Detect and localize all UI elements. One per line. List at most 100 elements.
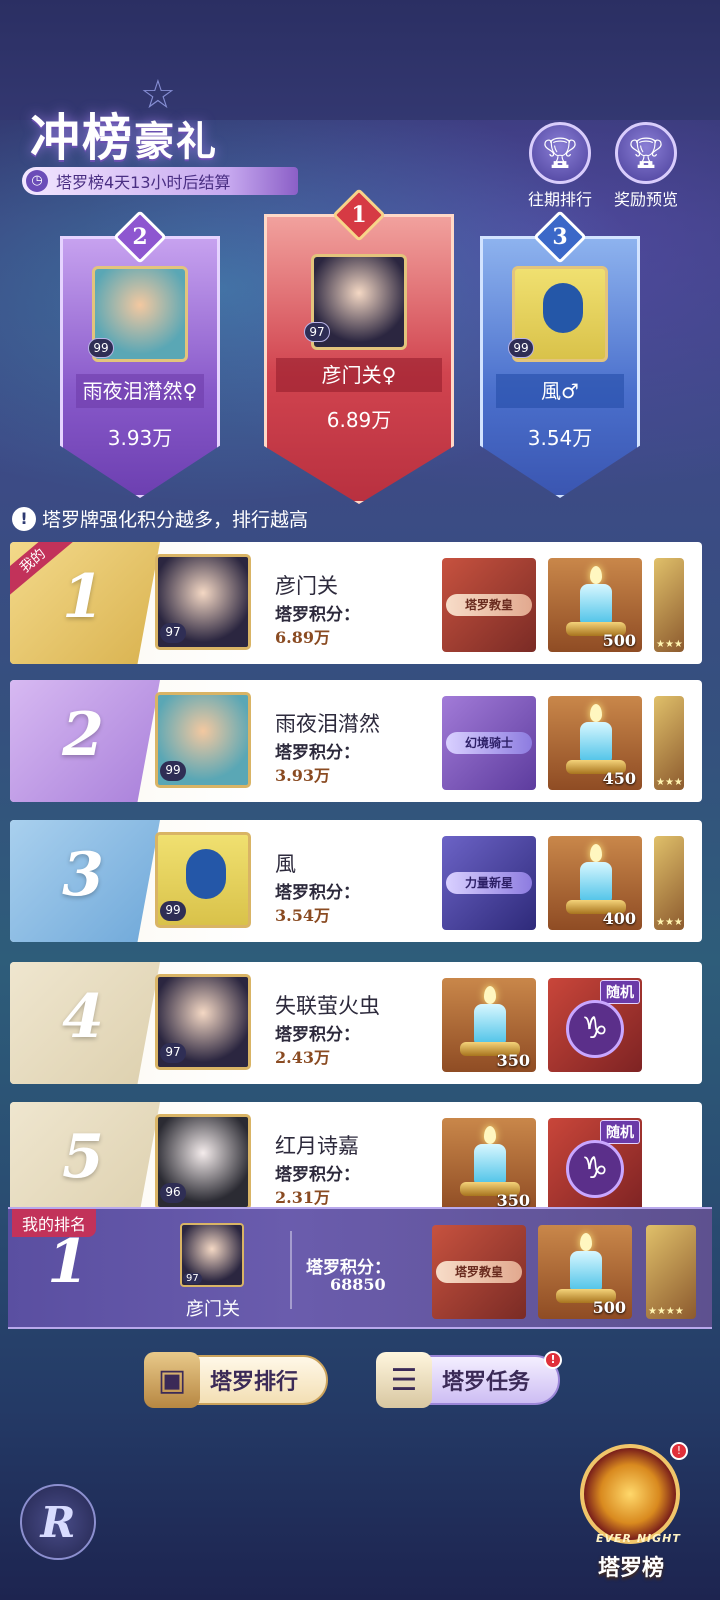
player-score: 2.43万 — [275, 1048, 330, 1067]
candle-icon — [570, 1251, 602, 1291]
score-label: 塔罗积分： — [275, 743, 360, 763]
rank-row[interactable]: 2 99 雨夜泪潸然 塔罗积分： 3.93万 幻境骑士 450 ★★★ — [10, 680, 702, 802]
my-avatar: 97 — [180, 1223, 244, 1287]
player-score: 3.93万 — [107, 426, 173, 450]
random-tag: 随机 — [600, 1120, 640, 1144]
rank-number: 2 — [62, 700, 104, 770]
podium-rank-2[interactable]: 2 99 雨夜泪潸然♀ 3.93万 — [60, 210, 220, 498]
chest-icon: ▣ — [144, 1352, 200, 1408]
flame-icon — [580, 1233, 592, 1251]
candle-reward[interactable]: 500 — [548, 558, 642, 652]
divider — [290, 1231, 292, 1309]
ranking-hint: ! 塔罗牌强化积分越多，排行越高 — [12, 505, 308, 532]
tarot-rank-button[interactable]: ▣ 塔罗排行 — [144, 1352, 328, 1408]
flame-icon — [590, 704, 602, 722]
tarot-board-label: 塔罗榜 — [597, 1556, 664, 1581]
candle-icon — [474, 1144, 506, 1184]
trophy-icon: 🏆︎ — [615, 122, 677, 184]
player-name: 風♂ — [496, 374, 624, 408]
level-badge: 99 — [88, 338, 114, 358]
my-score: 68850 — [330, 1275, 386, 1294]
flame-icon — [484, 986, 496, 1004]
history-ranking-button[interactable]: 🏆︎ 往期排行 — [524, 122, 596, 210]
card-reward-partial[interactable]: ★★★ — [654, 558, 684, 652]
card-reward-partial[interactable]: ★★★ — [654, 696, 684, 790]
candle-reward[interactable]: 350 — [442, 978, 536, 1072]
reward-quantity: 500 — [602, 631, 636, 650]
level-badge: 99 — [160, 761, 186, 781]
candle-reward[interactable]: 450 — [548, 696, 642, 790]
card-reward-partial[interactable]: ★★★ — [654, 836, 684, 930]
candle-reward[interactable]: 400 — [548, 836, 642, 930]
tarot-board-button[interactable]: EVER NIGHT 塔罗榜 ! — [566, 1440, 696, 1590]
level-badge: 97 — [183, 1273, 202, 1284]
score-label: 塔罗积分： — [275, 1165, 360, 1185]
rank-number: 4 — [62, 982, 104, 1052]
player-avatar: 97 — [155, 974, 251, 1070]
random-card-reward[interactable]: 随机 ♑︎ — [548, 1118, 642, 1212]
star-icon: ★★★ — [656, 917, 683, 928]
tarot-board-subtitle: EVER NIGHT — [596, 1532, 681, 1545]
player-avatar: 96 — [155, 1114, 251, 1210]
level-badge: 99 — [508, 338, 534, 358]
my-name: 彦门关 — [186, 1299, 240, 1320]
rank-row[interactable]: 我的 1 97 彦门关 塔罗积分： 6.89万 塔罗教皇 500 ★★★ — [10, 542, 702, 664]
title-reward-card[interactable]: 塔罗教皇 — [432, 1225, 526, 1319]
reward-quantity: 500 — [592, 1298, 626, 1317]
candle-reward[interactable]: 500 — [538, 1225, 632, 1319]
title-reward-name: 力量新星 — [446, 872, 532, 894]
random-card-reward[interactable]: 随机 ♑︎ — [548, 978, 642, 1072]
player-score: 3.54万 — [527, 426, 593, 450]
title-reward-name: 塔罗教皇 — [446, 594, 532, 616]
candle-icon — [474, 1004, 506, 1044]
tarot-task-label: 塔罗任务 — [442, 1370, 531, 1395]
game-logo-icon[interactable]: R — [20, 1484, 96, 1560]
hint-text: 塔罗牌强化积分越多，排行越高 — [42, 509, 309, 531]
rank-row[interactable]: 3 99 風 塔罗积分： 3.54万 力量新星 400 ★★★ — [10, 820, 702, 942]
rank-number: 5 — [62, 1122, 104, 1192]
card-reward-partial[interactable]: ★★★★ — [646, 1225, 696, 1319]
title-reward-card[interactable]: 塔罗教皇 — [442, 558, 536, 652]
trophy-icon: 🏆︎ — [529, 122, 591, 184]
star-icon: ★★★ — [656, 639, 683, 650]
level-badge: 97 — [160, 1043, 186, 1063]
random-tag: 随机 — [600, 980, 640, 1004]
star-icon: ★★★★ — [648, 1306, 684, 1317]
tarot-task-button[interactable]: ☰ 塔罗任务 ! — [376, 1351, 562, 1408]
podium-rank-3[interactable]: 3 99 風♂ 3.54万 — [480, 210, 640, 498]
reward-quantity: 350 — [496, 1051, 530, 1070]
countdown-text: 塔罗榜4天13小时后结算 — [56, 173, 231, 192]
title-part2: 豪礼 — [134, 118, 218, 165]
reward-preview-label: 奖励预览 — [613, 190, 678, 209]
title-part1: 冲榜 — [30, 108, 134, 167]
player-name: 風 — [275, 852, 296, 876]
player-name: 彦门关♀ — [276, 358, 442, 392]
star-icon: ★★★ — [656, 777, 683, 788]
score-label: 塔罗积分： — [275, 605, 360, 625]
player-name: 彦门关 — [275, 574, 338, 598]
rank-row[interactable]: 4 97 失联萤火虫 塔罗积分： 2.43万 350 随机 ♑︎ — [10, 962, 702, 1084]
rank-row[interactable]: 5 96 红月诗嘉 塔罗积分： 2.31万 350 随机 ♑︎ — [10, 1102, 702, 1212]
rank-number: 3 — [62, 840, 104, 910]
history-ranking-label: 往期排行 — [527, 190, 592, 209]
scroll-icon: ☰ — [376, 1352, 432, 1408]
star-icon: ☆ — [140, 72, 176, 118]
player-score: 3.54万 — [275, 906, 330, 925]
my-rank-bar[interactable]: 我的排名 1 97 彦门关 塔罗积分： 68850 塔罗教皇 500 ★★★★ — [8, 1207, 712, 1329]
reward-preview-button[interactable]: 🏆︎ 奖励预览 — [610, 122, 682, 210]
title-reward-card[interactable]: 幻境骑士 — [442, 696, 536, 790]
podium-rank-1[interactable]: 1 97 彦门关♀ 6.89万 — [264, 188, 454, 504]
player-avatar: 99 — [155, 692, 251, 788]
flame-icon — [484, 1126, 496, 1144]
level-badge: 97 — [160, 623, 186, 643]
sun-emblem-icon — [580, 1444, 680, 1544]
title-reward-card[interactable]: 力量新星 — [442, 836, 536, 930]
warning-icon: ! — [12, 506, 36, 531]
flame-icon — [590, 566, 602, 584]
candle-reward[interactable]: 350 — [442, 1118, 536, 1212]
player-avatar: 97 — [155, 554, 251, 650]
player-name: 雨夜泪潸然♀ — [76, 374, 204, 408]
level-badge: 97 — [304, 322, 330, 342]
candle-icon — [580, 862, 612, 902]
player-avatar: 99 — [155, 832, 251, 928]
